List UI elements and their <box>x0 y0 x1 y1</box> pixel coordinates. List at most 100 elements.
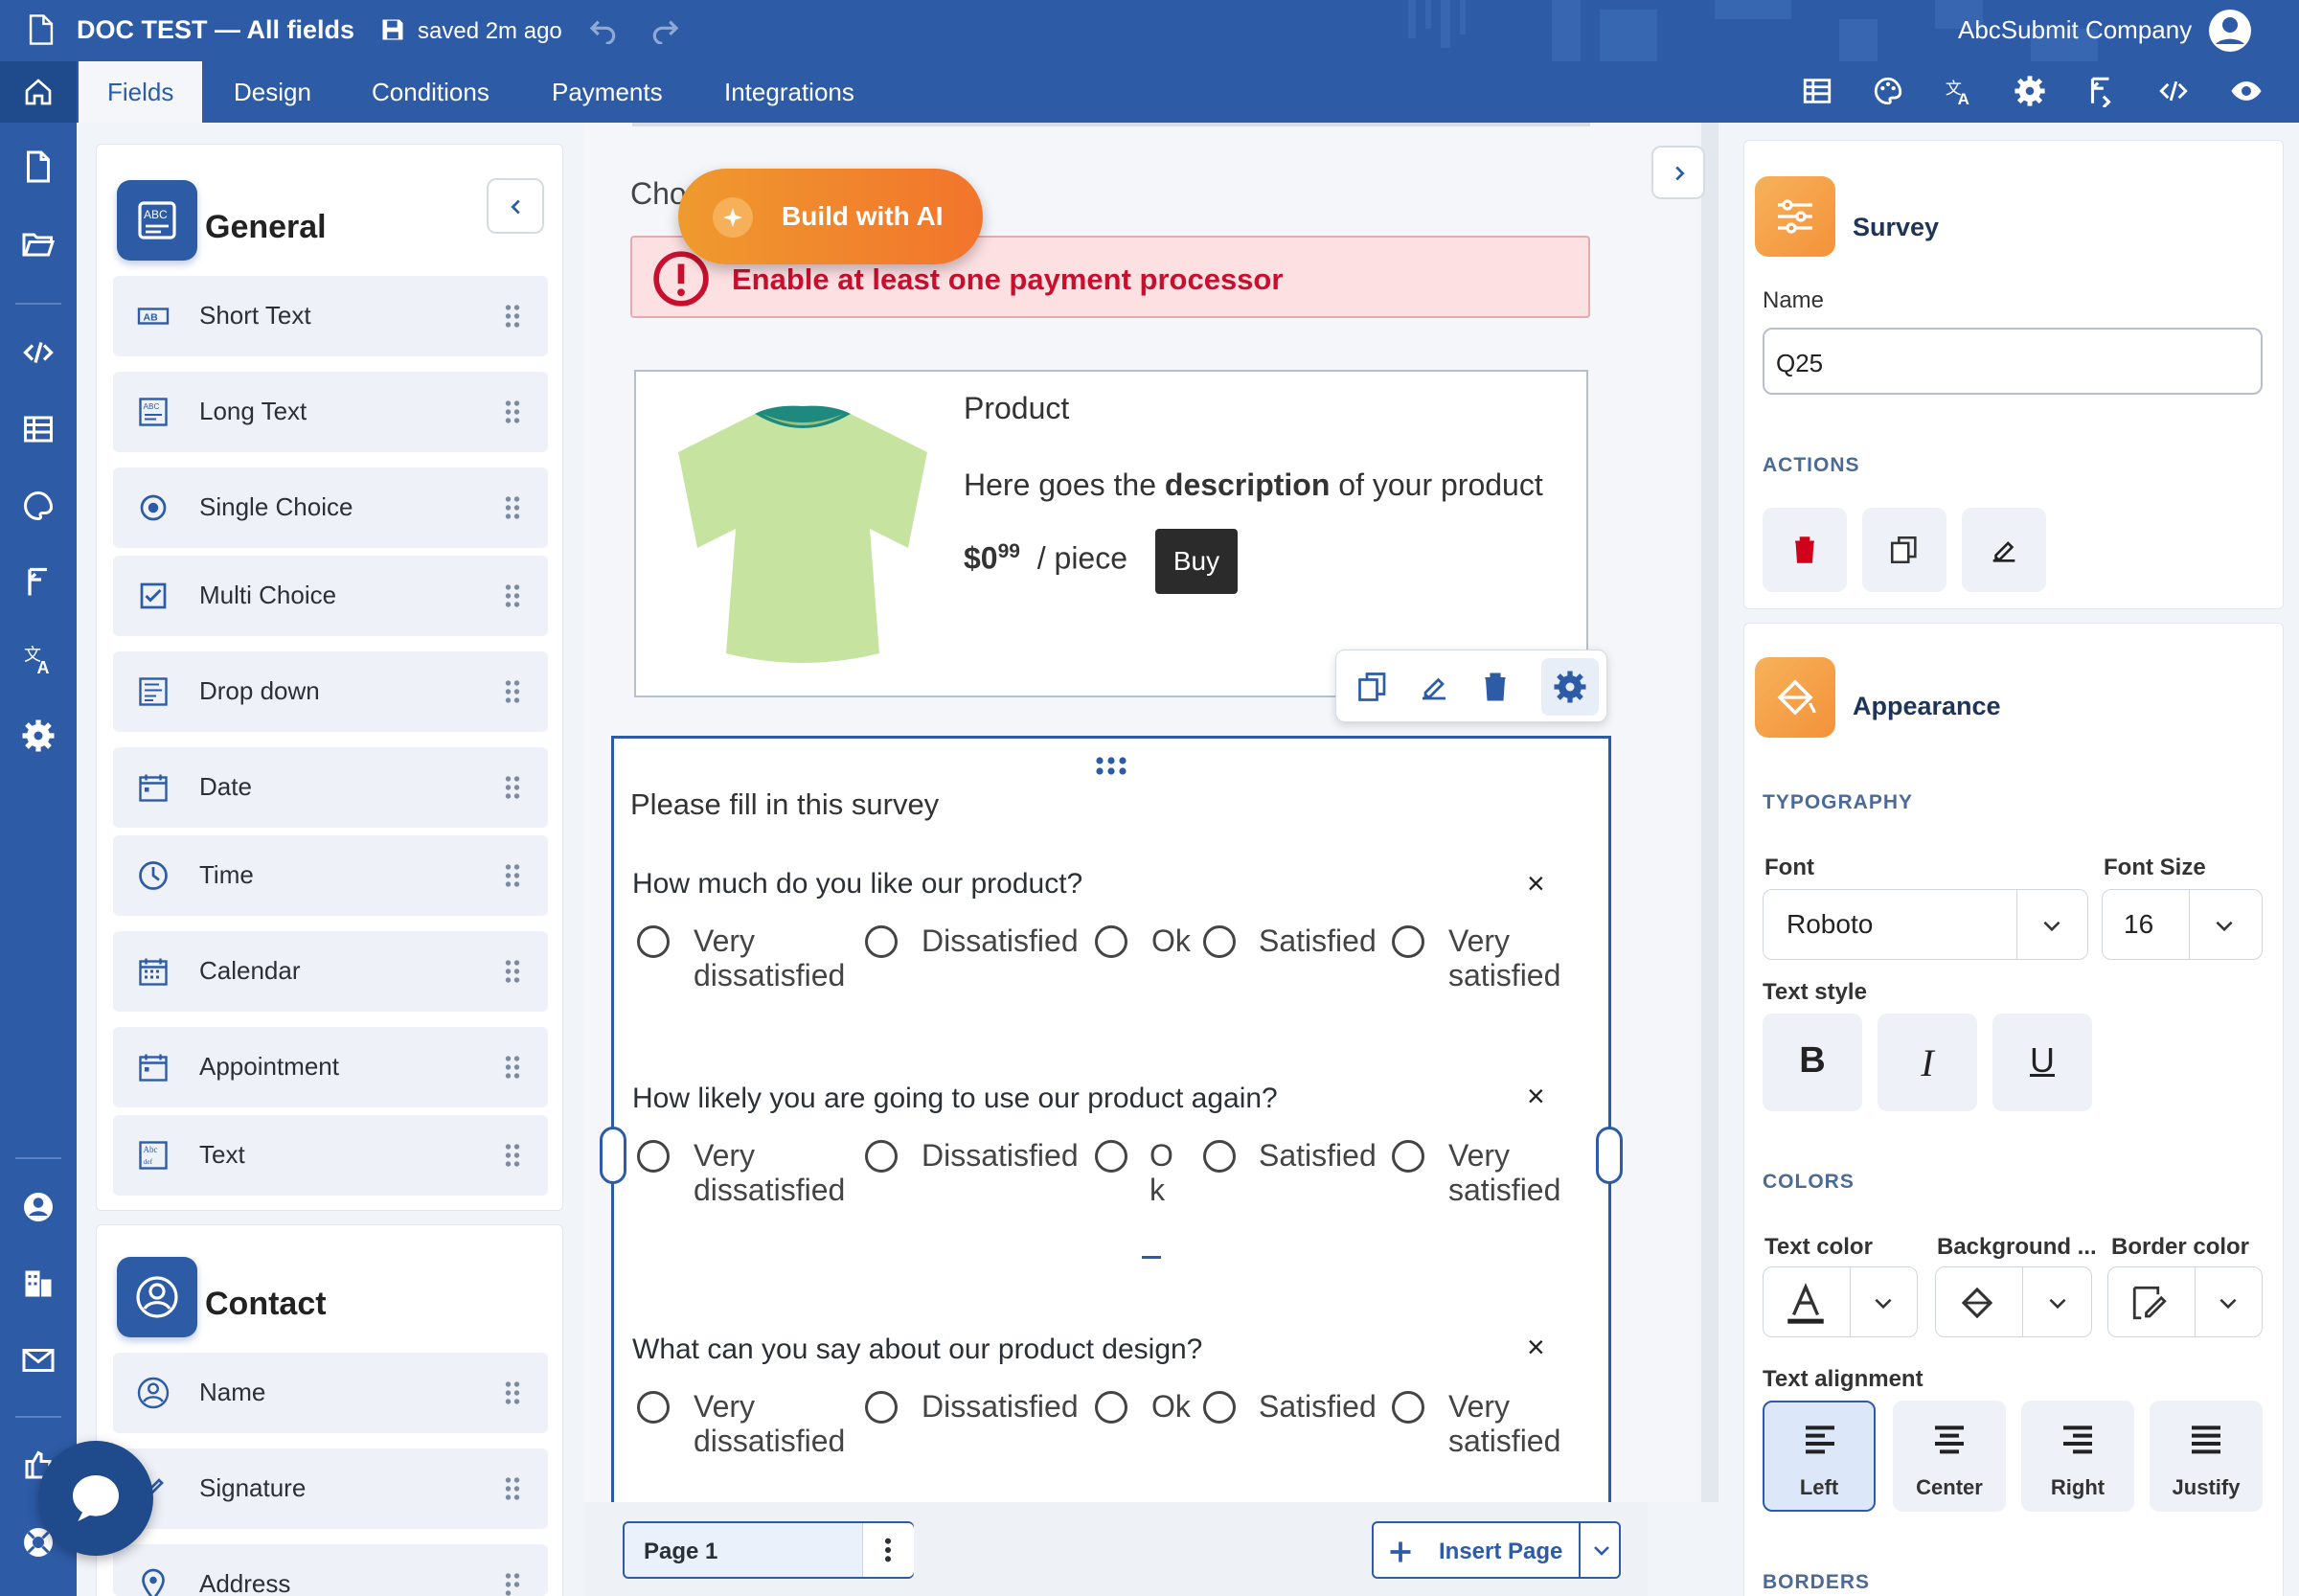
flow-icon[interactable] <box>21 565 56 600</box>
delete-field-button[interactable] <box>1763 508 1847 592</box>
rail-settings-icon[interactable] <box>21 718 56 753</box>
align-left-button[interactable]: Left <box>1763 1401 1876 1512</box>
drag-handle-icon[interactable] <box>504 1475 521 1502</box>
chat-support-button[interactable] <box>38 1441 153 1556</box>
table-data-icon[interactable] <box>21 412 56 446</box>
field-item-long-text[interactable]: ABC Long Text <box>113 372 548 452</box>
field-item-multi-choice[interactable]: Multi Choice <box>113 556 548 636</box>
field-item-single-choice[interactable]: Single Choice <box>113 467 548 548</box>
align-justify-button[interactable]: Justify <box>2150 1401 2263 1512</box>
font-select[interactable]: Roboto <box>1763 889 2088 960</box>
user-avatar-icon[interactable] <box>2207 8 2253 54</box>
resize-handle-right[interactable] <box>1596 1127 1623 1184</box>
survey-option-radio[interactable] <box>1095 1140 1127 1173</box>
settings-icon[interactable] <box>2014 75 2046 107</box>
new-document-icon[interactable] <box>21 149 56 184</box>
insert-page-button[interactable]: Insert Page <box>1372 1521 1621 1579</box>
theme-palette-icon[interactable] <box>21 489 56 523</box>
expand-right-panel-button[interactable] <box>1651 146 1705 199</box>
drag-handle-icon[interactable] <box>504 1571 521 1596</box>
field-item-date[interactable]: Date <box>113 747 548 828</box>
survey-option-radio[interactable] <box>637 1140 670 1173</box>
palette-icon[interactable] <box>1872 75 1904 107</box>
field-item-short-text[interactable]: AB Short Text <box>113 276 548 356</box>
field-drag-handle-icon[interactable] <box>1094 755 1128 776</box>
underline-toggle[interactable]: U <box>1992 1014 2092 1111</box>
survey-option-radio[interactable] <box>865 1140 898 1173</box>
edit-pen-icon[interactable] <box>1417 670 1451 704</box>
tab-conditions[interactable]: Conditions <box>372 61 489 123</box>
field-item-calendar[interactable]: Calendar <box>113 931 548 1012</box>
drag-handle-icon[interactable] <box>504 399 521 425</box>
field-item-name[interactable]: Name <box>113 1353 548 1433</box>
name-input[interactable]: Q25 <box>1763 328 2263 395</box>
undo-icon[interactable] <box>588 17 619 44</box>
home-button[interactable] <box>0 61 77 123</box>
row-resize-indicator[interactable] <box>1142 1256 1161 1259</box>
survey-field[interactable] <box>611 736 1611 1502</box>
drag-handle-icon[interactable] <box>504 958 521 985</box>
drag-handle-icon[interactable] <box>504 774 521 801</box>
tab-fields[interactable]: Fields <box>79 61 203 123</box>
buy-button[interactable]: Buy <box>1155 529 1238 594</box>
survey-option-radio[interactable] <box>637 1391 670 1424</box>
language-icon[interactable]: 文A <box>21 642 56 677</box>
survey-option-radio[interactable] <box>1095 925 1127 958</box>
mail-icon[interactable] <box>21 1343 56 1378</box>
insert-page-dropdown[interactable] <box>1579 1523 1621 1577</box>
product-card[interactable]: Product Here goes the description of you… <box>634 370 1588 697</box>
bold-toggle[interactable]: B <box>1763 1014 1862 1111</box>
italic-toggle[interactable]: I <box>1878 1014 1977 1111</box>
canvas-scrollbar[interactable] <box>1701 123 1719 1502</box>
field-item-appointment[interactable]: Appointment <box>113 1027 548 1107</box>
drag-handle-icon[interactable] <box>504 678 521 705</box>
text-color-picker[interactable] <box>1763 1266 1918 1337</box>
duplicate-field-button[interactable] <box>1862 508 1946 592</box>
survey-option-radio[interactable] <box>1392 1140 1424 1173</box>
tab-design[interactable]: Design <box>234 61 311 123</box>
page-menu-button[interactable] <box>862 1523 914 1577</box>
drag-handle-icon[interactable] <box>504 862 521 889</box>
survey-option-radio[interactable] <box>1203 1391 1236 1424</box>
logic-flow-icon[interactable] <box>2084 75 2117 107</box>
trash-icon[interactable] <box>1478 670 1513 704</box>
duplicate-icon[interactable] <box>1355 670 1390 704</box>
align-right-button[interactable]: Right <box>2021 1401 2134 1512</box>
resize-handle-left[interactable] <box>600 1127 626 1184</box>
field-item-time[interactable]: Time <box>113 835 548 916</box>
build-with-ai-button[interactable]: Build with AI <box>678 169 983 264</box>
survey-option-radio[interactable] <box>1095 1391 1127 1424</box>
drag-handle-icon[interactable] <box>504 582 521 609</box>
field-item-address[interactable]: Address <box>113 1544 548 1596</box>
field-settings-button[interactable] <box>1541 658 1599 716</box>
background-color-picker[interactable] <box>1935 1266 2092 1337</box>
drag-handle-icon[interactable] <box>504 1054 521 1081</box>
border-color-picker[interactable] <box>2107 1266 2263 1337</box>
drag-handle-icon[interactable] <box>504 303 521 330</box>
embed-code-icon[interactable] <box>2157 75 2190 107</box>
survey-option-radio[interactable] <box>637 925 670 958</box>
survey-option-radio[interactable] <box>1392 1391 1424 1424</box>
drag-handle-icon[interactable] <box>504 1142 521 1169</box>
survey-option-radio[interactable] <box>1203 925 1236 958</box>
survey-option-radio[interactable] <box>1392 925 1424 958</box>
company-building-icon[interactable] <box>21 1266 56 1301</box>
remove-question-button[interactable]: × <box>1527 1079 1545 1114</box>
survey-option-radio[interactable] <box>1203 1140 1236 1173</box>
tab-integrations[interactable]: Integrations <box>724 61 854 123</box>
align-center-button[interactable]: Center <box>1893 1401 2006 1512</box>
drag-handle-icon[interactable] <box>504 494 521 521</box>
preview-eye-icon[interactable] <box>2230 75 2263 107</box>
font-size-select[interactable]: 16 <box>2102 889 2263 960</box>
drag-handle-icon[interactable] <box>504 1379 521 1406</box>
clear-format-button[interactable] <box>1962 508 2046 592</box>
redo-icon[interactable] <box>649 17 680 44</box>
account-icon[interactable] <box>21 1190 56 1224</box>
remove-question-button[interactable]: × <box>1527 1330 1545 1365</box>
field-item-signature[interactable]: Signature <box>113 1448 548 1529</box>
code-icon[interactable] <box>21 335 56 370</box>
page-tab[interactable]: Page 1 <box>623 1521 914 1579</box>
survey-option-radio[interactable] <box>865 1391 898 1424</box>
survey-option-radio[interactable] <box>865 925 898 958</box>
field-item-drop-down[interactable]: Drop down <box>113 651 548 732</box>
